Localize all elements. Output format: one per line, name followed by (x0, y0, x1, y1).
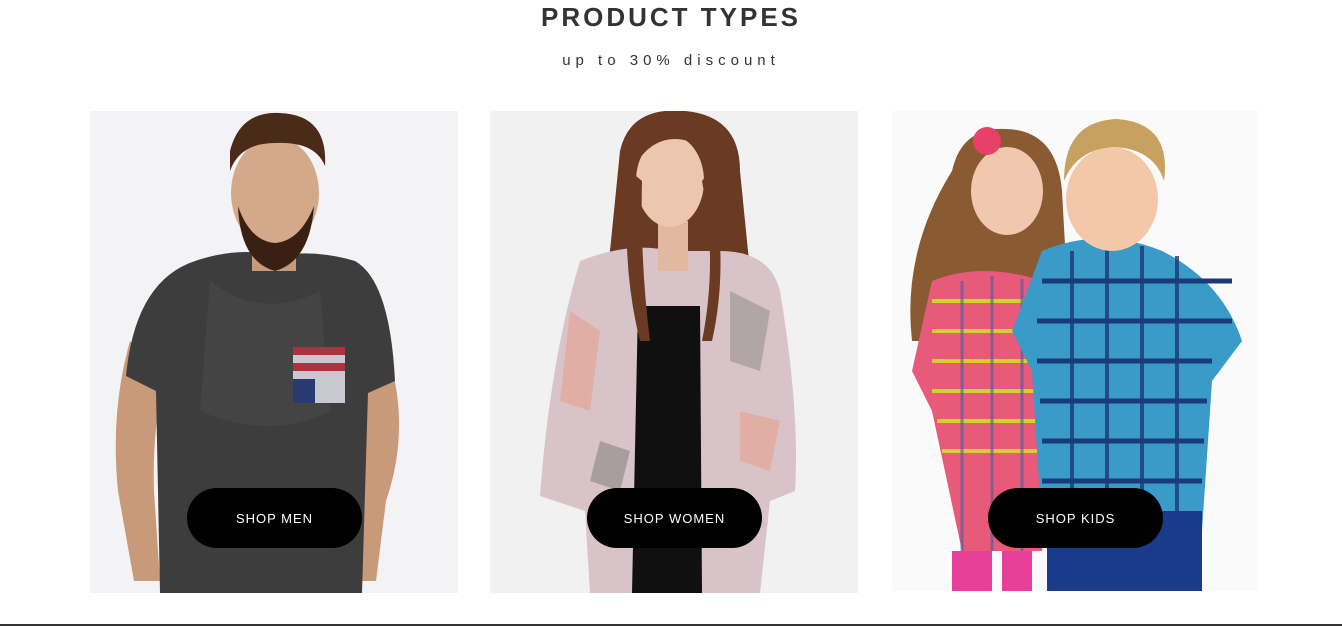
section-title: PRODUCT TYPES (540, 2, 802, 32)
shop-women-button[interactable]: SHOP WOMEN (587, 488, 762, 548)
shop-kids-button[interactable]: SHOP KIDS (988, 488, 1163, 548)
product-card-men[interactable]: SHOP MEN (90, 111, 458, 593)
product-card-kids[interactable]: SHOP KIDS (892, 111, 1258, 591)
shop-men-button[interactable]: SHOP MEN (187, 488, 362, 548)
section-subtitle: up to 30% discount (562, 52, 780, 69)
product-card-women[interactable]: SHOP WOMEN (490, 111, 858, 593)
